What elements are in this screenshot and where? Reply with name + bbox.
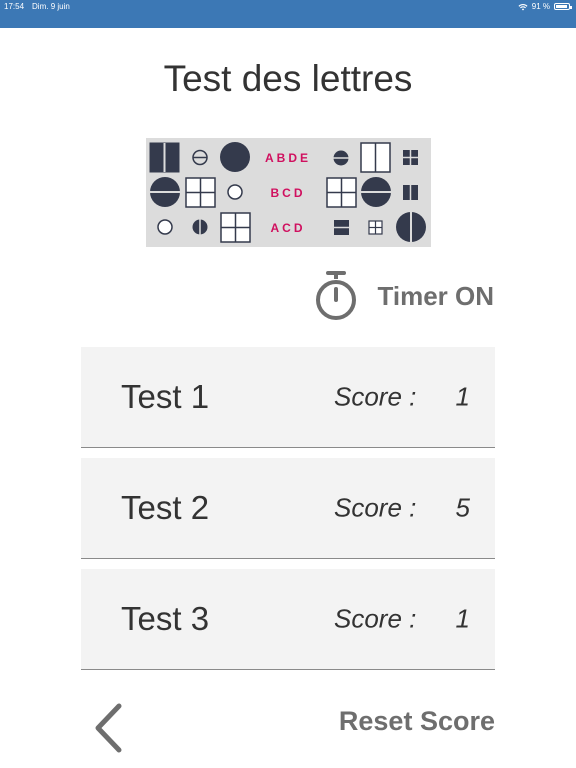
timer-toggle[interactable]: Timer ON xyxy=(313,270,494,322)
small-quad-square-shape xyxy=(403,150,418,165)
reset-score-button[interactable]: Reset Score xyxy=(339,706,495,737)
semicircle-shape xyxy=(333,150,349,166)
page-title: Test des lettres xyxy=(163,58,413,99)
letter-pattern-image: ABDE BCD ACD xyxy=(146,138,431,247)
small-circle-split-vertical-shape xyxy=(192,219,208,235)
small-square-split-horizontal-shape xyxy=(334,220,349,235)
quad-square-outline-shape xyxy=(185,177,216,208)
square-split-vertical-shape xyxy=(149,142,180,173)
wifi-icon xyxy=(518,3,528,10)
small-square-split-vertical-shape xyxy=(403,185,418,200)
score-value: 5 xyxy=(455,492,470,523)
status-time: 17:54 xyxy=(4,2,25,11)
status-left: 17:54 Dim. 9 juin xyxy=(4,2,70,11)
test-name: Test 1 xyxy=(121,378,210,415)
battery-percent: 91 % xyxy=(531,2,550,11)
square-split-vertical-outline-shape xyxy=(360,142,391,173)
stopwatch-icon xyxy=(316,271,357,320)
test-row-2[interactable]: Test 2 Score : 5 xyxy=(81,458,495,559)
status-date: Dim. 9 juin xyxy=(32,2,70,11)
pattern-row-label: BCD xyxy=(271,186,306,200)
score-value: 1 xyxy=(455,381,470,412)
quad-square-outline-shape xyxy=(326,177,357,208)
score-label: Score : xyxy=(334,603,417,634)
score-label: Score : xyxy=(334,381,417,412)
test-name: Test 2 xyxy=(121,489,210,526)
battery-icon xyxy=(554,3,572,10)
score-value: 1 xyxy=(455,603,470,634)
circle-split-horizontal-filled-shape xyxy=(150,177,180,207)
score-label: Score : xyxy=(334,492,417,523)
chevron-left-icon xyxy=(95,703,122,753)
test-name: Test 3 xyxy=(121,600,210,637)
status-right: 91 % xyxy=(518,2,572,11)
circle-split-horizontal-filled-shape xyxy=(361,177,391,207)
circle-split-vertical-filled-shape xyxy=(396,212,426,242)
test-row-1[interactable]: Test 1 Score : 1 xyxy=(81,347,495,448)
test-row-3[interactable]: Test 3 Score : 1 xyxy=(81,569,495,670)
status-bar: 17:54 Dim. 9 juin 91 % xyxy=(0,0,576,28)
circle-split-horizontal-shape xyxy=(192,149,208,166)
small-circle-outline-shape xyxy=(227,184,243,200)
timer-label: Timer ON xyxy=(377,280,494,311)
small-quad-square-outline-shape xyxy=(368,220,383,235)
pattern-row-label: ABDE xyxy=(265,151,311,165)
pattern-row-label: ACD xyxy=(271,221,306,235)
small-circle-outline-shape xyxy=(157,219,173,235)
back-button[interactable] xyxy=(88,700,128,756)
quad-square-outline-shape xyxy=(220,212,251,243)
filled-circle-shape xyxy=(220,142,250,172)
